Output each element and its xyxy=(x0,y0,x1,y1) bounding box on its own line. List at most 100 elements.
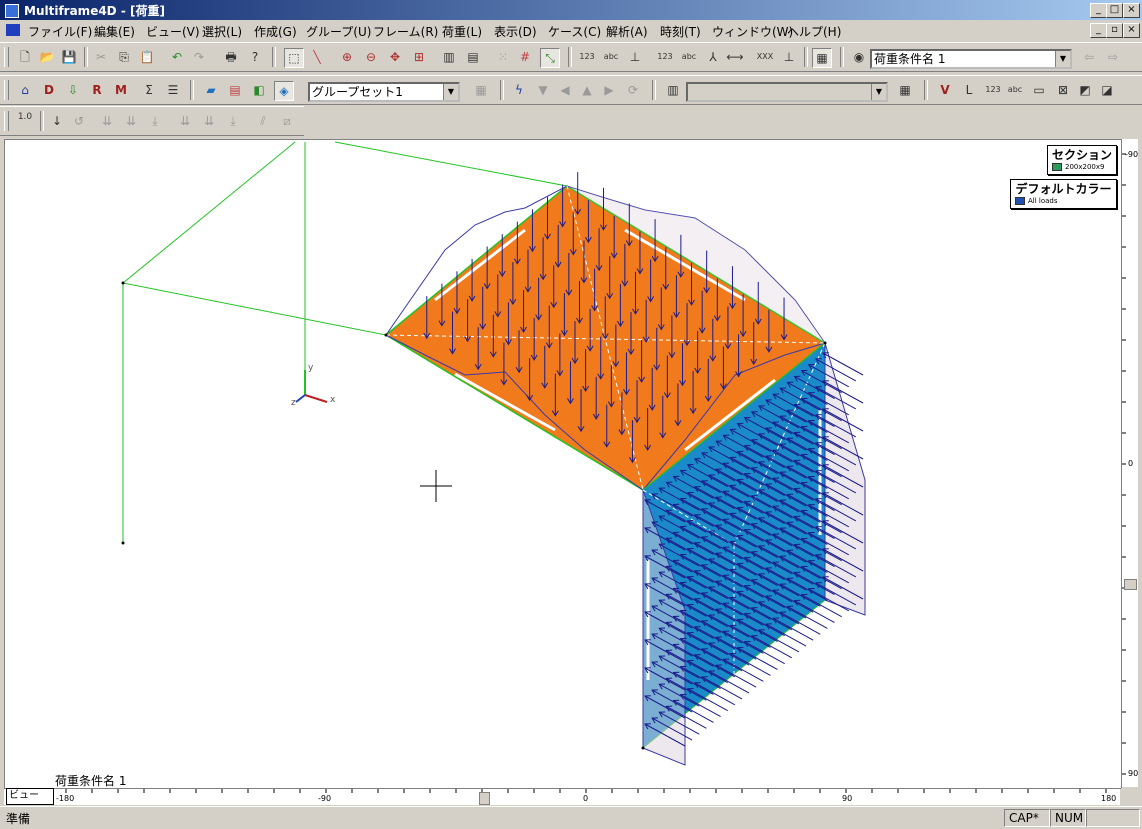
graph2-icon[interactable]: ◪ xyxy=(1098,81,1116,99)
step-icon[interactable]: ◉ xyxy=(850,48,868,66)
table-icon[interactable]: ▥ xyxy=(664,81,682,99)
node-number-icon[interactable]: 123 xyxy=(578,48,596,66)
data-sheet-icon[interactable]: ▦ xyxy=(812,48,832,68)
node-symbol-icon[interactable]: ⊥ xyxy=(626,48,644,66)
refresh-icon[interactable]: ⟳ xyxy=(624,81,642,99)
node-load3-icon[interactable]: ⤓ xyxy=(224,112,242,130)
abc-icon[interactable]: abc xyxy=(1006,81,1024,99)
document-icon[interactable] xyxy=(6,24,20,36)
load-view-icon[interactable]: ◈ xyxy=(274,81,294,101)
load-split-icon[interactable]: ◧ xyxy=(250,81,268,99)
dist-load2-icon[interactable]: ⇊ xyxy=(122,112,140,130)
model-view[interactable]: y z x xyxy=(5,140,1121,788)
thermal-icon[interactable]: ⫽ xyxy=(254,112,272,130)
home-icon[interactable]: ⌂ xyxy=(16,81,34,99)
m-icon[interactable]: M xyxy=(112,81,130,99)
snap-grid-icon[interactable]: ⁙ xyxy=(494,48,512,66)
frame-grid2-icon[interactable]: ▤ xyxy=(464,48,482,66)
node-load-icon[interactable]: ⇊ xyxy=(176,112,194,130)
node-load2-icon[interactable]: ⇊ xyxy=(200,112,218,130)
cut-icon[interactable]: ✂ xyxy=(92,48,110,66)
d-icon[interactable]: D xyxy=(40,81,58,99)
load-table-icon[interactable]: ▤ xyxy=(226,81,244,99)
arrow-right-icon[interactable]: ⇨ xyxy=(1104,48,1122,66)
member-axis-icon[interactable]: ⅄ xyxy=(704,48,722,66)
hruler-thumb[interactable] xyxy=(479,792,490,805)
vertical-ruler[interactable]: -90 0 90 xyxy=(1121,139,1138,787)
new-icon[interactable]: 🗋 xyxy=(16,48,34,66)
tri-right-icon[interactable]: ▶ xyxy=(600,81,618,99)
menu-group[interactable]: グループ(U) xyxy=(306,23,371,40)
load-panel-icon[interactable]: ▰ xyxy=(202,81,220,99)
node-label-icon[interactable]: abc xyxy=(602,48,620,66)
frame-grid-icon[interactable]: ▥ xyxy=(440,48,458,66)
load-scale-icon[interactable]: 1.0 xyxy=(16,112,34,130)
frame-icon[interactable]: ▭ xyxy=(1030,81,1048,99)
print-icon[interactable]: 🖶 xyxy=(222,48,240,66)
l-icon[interactable]: L xyxy=(960,81,978,99)
point-load-icon[interactable]: ↓ xyxy=(48,112,66,130)
menu-display[interactable]: 表示(D) xyxy=(494,23,537,40)
chevron-down-icon[interactable]: ▼ xyxy=(1055,51,1070,67)
menu-file[interactable]: ファイル(F) xyxy=(28,23,92,40)
section-legend[interactable]: セクション 200x200x9 xyxy=(1047,145,1117,175)
member-length-icon[interactable]: ⟷ xyxy=(726,48,744,66)
model-canvas[interactable]: y z x セクション 200x200x9 デフォルトカラー All loads… xyxy=(4,139,1122,789)
load-case-combo[interactable]: 荷重条件名 1 ▼ xyxy=(870,49,1072,69)
prestress-icon[interactable]: ⧄ xyxy=(278,112,296,130)
tri-up-icon[interactable]: ▲ xyxy=(578,81,596,99)
mdi-minimize-button[interactable]: _ xyxy=(1090,23,1107,38)
zoom-out-icon[interactable]: ⊖ xyxy=(362,48,380,66)
graph-icon[interactable]: ◩ xyxy=(1076,81,1094,99)
color-legend[interactable]: デフォルトカラー All loads xyxy=(1010,179,1117,209)
open-icon[interactable]: 📂 xyxy=(38,48,56,66)
section-label-icon[interactable]: XXX xyxy=(756,48,774,66)
undo-icon[interactable]: ↶ xyxy=(168,48,186,66)
cross-icon[interactable]: ⊠ xyxy=(1054,81,1072,99)
select-box-icon[interactable]: ⬚ xyxy=(284,48,304,68)
group-icon[interactable]: ▦ xyxy=(472,81,490,99)
draw-member-icon[interactable]: ╲ xyxy=(308,48,326,66)
mdi-close-button[interactable]: × xyxy=(1123,23,1140,38)
view-tab[interactable]: ビュー xyxy=(6,788,54,805)
down-icon[interactable]: ⇩ xyxy=(64,81,82,99)
menu-frame[interactable]: フレーム(R) xyxy=(373,23,438,40)
toolbar-grip[interactable] xyxy=(4,47,9,67)
dist-load3-icon[interactable]: ⤓ xyxy=(146,112,164,130)
close-button[interactable]: × xyxy=(1123,3,1140,18)
app-icon[interactable] xyxy=(5,4,19,18)
maximize-button[interactable]: □ xyxy=(1106,3,1123,18)
member-label-icon[interactable]: abc xyxy=(680,48,698,66)
dist-load-icon[interactable]: ⇊ xyxy=(98,112,116,130)
toolbar-grip[interactable] xyxy=(4,80,9,100)
save-icon[interactable]: 💾 xyxy=(60,48,78,66)
zoom-fit-icon[interactable]: ⊞ xyxy=(410,48,428,66)
node[interactable] xyxy=(121,281,125,285)
sum-icon[interactable]: Σ xyxy=(140,81,158,99)
lightning-icon[interactable]: ϟ xyxy=(510,81,528,99)
filter-icon[interactable]: ▼ xyxy=(534,81,552,99)
menu-select[interactable]: 選択(L) xyxy=(202,23,242,40)
menu-view[interactable]: ビュー(V) xyxy=(146,23,200,40)
copy-icon[interactable]: ⎘ xyxy=(115,48,133,66)
axis-icon[interactable]: ⤡ xyxy=(540,48,560,68)
list-icon[interactable]: ☰ xyxy=(164,81,182,99)
paste-icon[interactable]: 📋 xyxy=(138,48,156,66)
tri-left-icon[interactable]: ◀ xyxy=(556,81,574,99)
menu-case[interactable]: ケース(C) xyxy=(548,23,601,40)
node[interactable] xyxy=(641,746,645,750)
toolbar-grip[interactable] xyxy=(4,111,9,131)
help-icon[interactable]: ? xyxy=(246,48,264,66)
node[interactable] xyxy=(823,341,827,345)
filter-combo[interactable]: ▼ xyxy=(686,82,888,102)
chevron-down-icon[interactable]: ▼ xyxy=(443,84,458,100)
redo-icon[interactable]: ↷ xyxy=(190,48,208,66)
chevron-down-icon[interactable]: ▼ xyxy=(871,84,886,100)
grid-snap-icon[interactable]: # xyxy=(516,48,534,66)
pan-icon[interactable]: ✥ xyxy=(386,48,404,66)
menu-analyze[interactable]: 解析(A) xyxy=(606,23,648,40)
horizontal-ruler[interactable]: -180 -90 0 90 180 xyxy=(4,788,1120,805)
moment-icon[interactable]: ↺ xyxy=(70,112,88,130)
n123-icon[interactable]: 123 xyxy=(984,81,1002,99)
menu-load[interactable]: 荷重(L) xyxy=(442,23,482,40)
